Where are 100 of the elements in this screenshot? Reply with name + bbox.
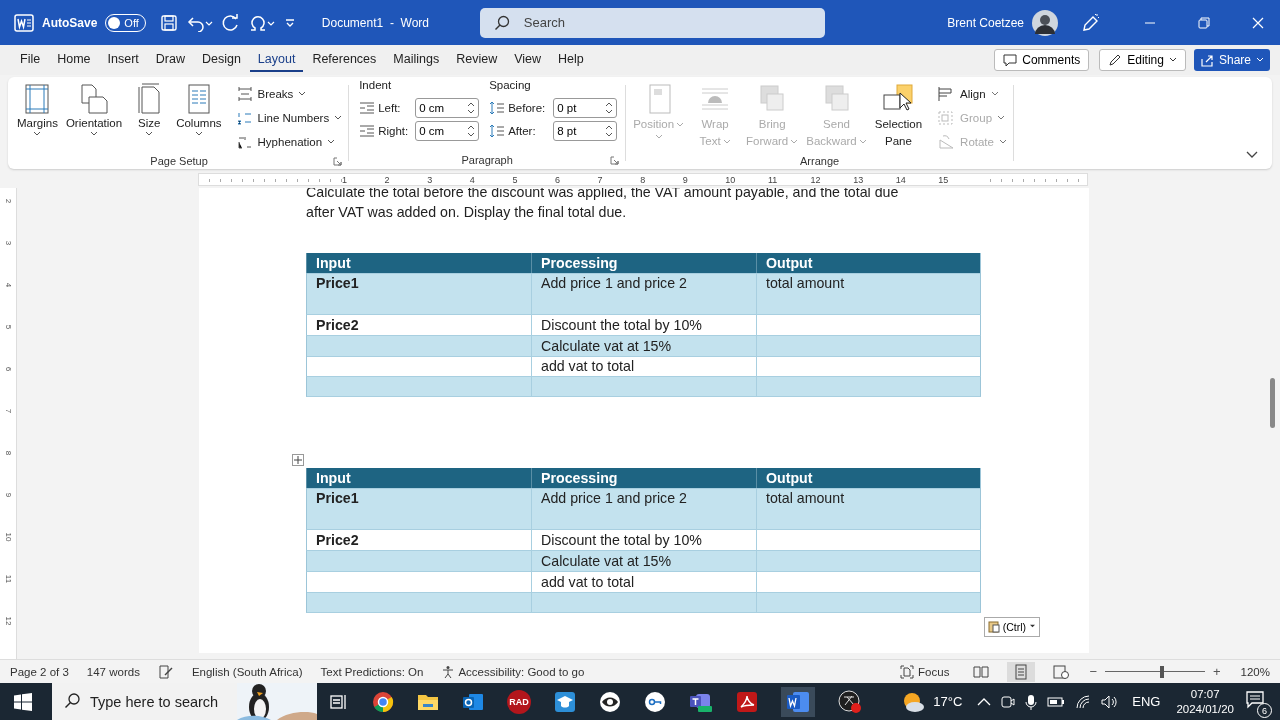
rad-app-icon[interactable]: RAD	[507, 689, 531, 714]
proofing-icon[interactable]	[157, 664, 174, 679]
spinner-icon[interactable]	[605, 101, 614, 115]
ribbon-tab[interactable]: Design	[193, 48, 249, 72]
zoom-slider-thumb[interactable]	[1160, 665, 1164, 678]
notification-icon[interactable]	[1246, 691, 1266, 709]
redo-icon[interactable]	[221, 13, 240, 32]
clock-date[interactable]: 2024/01/20	[1176, 701, 1234, 717]
ribbon-tab[interactable]: Home	[49, 48, 99, 72]
spin-field[interactable]: 0 pt	[553, 98, 618, 118]
text-predictions-status[interactable]: Text Predictions: On	[320, 665, 424, 678]
spinner-icon[interactable]	[467, 101, 476, 115]
ribbon-tab[interactable]: Draw	[147, 48, 193, 72]
chevron-icon	[33, 131, 42, 137]
spinner-icon[interactable]	[605, 124, 614, 138]
ribbon-button[interactable]: Size	[127, 83, 172, 137]
comments-button[interactable]: Comments	[994, 49, 1090, 71]
zoom-out-button[interactable]: −	[1087, 664, 1099, 679]
clipboard-icon	[987, 620, 1000, 634]
battery-icon[interactable]	[1047, 695, 1066, 708]
spin-field[interactable]: 8 pt	[553, 121, 618, 141]
ribbon-tab[interactable]: Insert	[99, 48, 147, 72]
zoom-level[interactable]: 120%	[1240, 665, 1270, 678]
ribbon-tab[interactable]: File	[12, 48, 49, 72]
ribbon-button[interactable]: Hyphenation	[234, 131, 345, 152]
table-cell: Price1	[306, 273, 531, 315]
ribbon-button[interactable]: Selection Pane	[871, 83, 926, 149]
ruler-number: 6	[554, 174, 598, 185]
spinner-icon[interactable]	[467, 124, 476, 138]
ribbon-button[interactable]: Line Numbers	[234, 107, 345, 128]
camera-icon[interactable]	[1001, 693, 1016, 710]
weather-icon[interactable]	[901, 690, 926, 713]
ribbon-tab[interactable]: Review	[448, 48, 506, 72]
group-label: Arrange	[800, 154, 840, 167]
ribbon-tab[interactable]: References	[304, 48, 385, 72]
ruler[interactable]: 1 2 3 4 5 6 7 8 9 10 11 12 13 14 15	[198, 173, 1088, 186]
spin-field[interactable]: 0 cm	[415, 121, 480, 141]
share-button[interactable]: Share	[1193, 49, 1270, 71]
window-title: Document1 - Word	[321, 15, 430, 30]
spacing-label: After:	[508, 125, 537, 137]
chevron-icon	[998, 138, 1007, 145]
ribbon-tab[interactable]: Help	[550, 48, 592, 72]
ribbon-button[interactable]: Align	[935, 83, 1009, 104]
collapse-icon[interactable]	[1246, 151, 1258, 159]
ruler-number: 8	[640, 174, 683, 185]
ribbon-tab[interactable]: Layout	[249, 48, 304, 72]
ruler-number: 15	[938, 174, 981, 185]
page-count[interactable]: Page 2 of 3	[10, 665, 69, 678]
close-icon[interactable]	[1252, 16, 1264, 29]
ribbon-tab[interactable]: View	[506, 48, 550, 72]
chevron-icon	[722, 138, 731, 145]
chrome-icon[interactable]	[372, 690, 394, 713]
pen-icon[interactable]	[1080, 12, 1100, 33]
chevron-up-icon[interactable]	[977, 696, 992, 707]
vertical-ruler[interactable]: 2 3 4 5 6 7 8 9 10 11 12	[0, 188, 17, 659]
chevron-icon	[1168, 57, 1177, 63]
restore-icon[interactable]	[1198, 16, 1210, 29]
clock-time[interactable]: 07:07	[1190, 686, 1220, 702]
pdf-icon[interactable]	[736, 690, 758, 713]
editing-button[interactable]: Editing	[1099, 49, 1186, 71]
read-mode-icon[interactable]	[973, 664, 990, 679]
chevron-icon	[676, 121, 685, 128]
user-name[interactable]: Brent Coetzee	[947, 15, 1024, 30]
avatar[interactable]	[1032, 9, 1058, 36]
ruler-number: 7	[3, 408, 14, 414]
ribbon-button[interactable]: Columns	[173, 83, 225, 137]
taskbar-search-field[interactable]: Type here to search	[52, 683, 237, 720]
save-icon[interactable]	[159, 13, 178, 32]
paste-options-button[interactable]: (Ctrl)	[983, 616, 1040, 637]
eye-icon[interactable]	[599, 690, 621, 713]
language-status[interactable]: English (South Africa)	[191, 665, 303, 678]
microphone-icon[interactable]	[1025, 693, 1038, 710]
search-field[interactable]: Search	[479, 7, 825, 38]
move-handle-icon[interactable]	[292, 454, 304, 467]
word-count[interactable]: 147 words	[86, 665, 140, 678]
speaker-icon[interactable]	[1101, 694, 1120, 709]
print-layout-icon[interactable]	[1007, 661, 1036, 682]
ribbon-button[interactable]: Breaks	[234, 83, 345, 104]
zoom-in-button[interactable]: +	[1211, 664, 1223, 679]
record-icon[interactable]	[838, 689, 862, 714]
weather-temperature[interactable]: 17°C	[933, 694, 963, 709]
web-layout-icon[interactable]	[1053, 664, 1070, 679]
ruler-number: 3	[3, 240, 14, 246]
ruler-number: 12	[3, 616, 14, 626]
spin-field[interactable]: 0 cm	[415, 98, 480, 118]
launcher-icon[interactable]	[333, 157, 343, 166]
ribbon-button[interactable]: Margins	[14, 83, 61, 137]
ribbon-tab[interactable]: Mailings	[385, 48, 448, 72]
launcher-icon[interactable]	[610, 156, 620, 165]
ribbon-button[interactable]: Orientation	[62, 83, 126, 137]
wifi-icon[interactable]	[1075, 694, 1092, 709]
key-icon[interactable]	[644, 690, 666, 713]
input-language[interactable]: ENG	[1132, 694, 1161, 709]
word-icon[interactable]	[781, 686, 815, 717]
focus-button[interactable]: Focus	[894, 663, 956, 680]
accessibility-status[interactable]: Accessibility: Good to go	[441, 664, 585, 679]
graduation-cap-icon[interactable]	[554, 690, 576, 713]
word-icon[interactable]	[14, 13, 34, 32]
windows-start-icon[interactable]	[14, 692, 32, 711]
ruler-number: 11	[3, 574, 14, 584]
